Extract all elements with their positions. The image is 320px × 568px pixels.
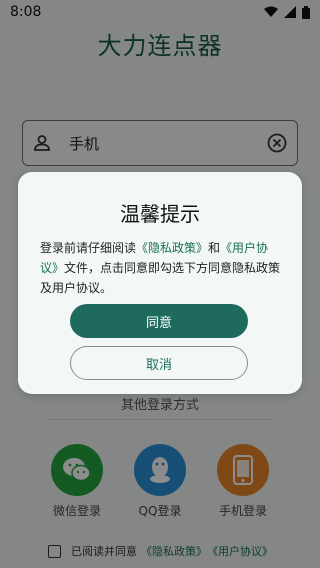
dialog-body: 登录前请仔细阅读《隐私政策》和《用户协议》文件，点击同意即勾选下方同意隐私政策及… (40, 238, 282, 298)
dialog-title: 温馨提示 (120, 202, 200, 226)
dialog-body-pre: 登录前请仔细阅读 (40, 241, 137, 255)
cancel-button[interactable]: 取消 (70, 346, 248, 380)
dialog-privacy-link[interactable]: 《隐私政策》 (136, 241, 208, 255)
dialog-body-post: 文件，点击同意即勾选下方同意隐私政策及用户协议。 (40, 261, 281, 295)
agree-button[interactable]: 同意 (70, 304, 248, 338)
notice-dialog: 温馨提示 登录前请仔细阅读《隐私政策》和《用户协议》文件，点击同意即勾选下方同意… (18, 172, 302, 394)
dialog-body-and: 和 (208, 241, 221, 255)
